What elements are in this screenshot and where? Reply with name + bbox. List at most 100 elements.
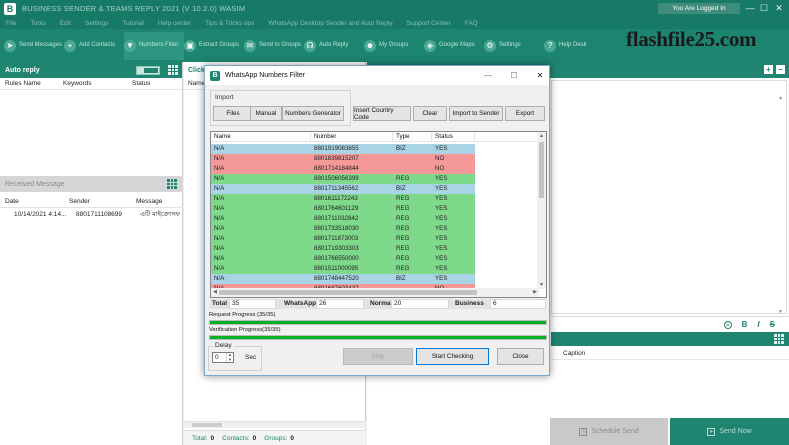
table-row[interactable]: N/A 8801714184844 NO xyxy=(211,164,475,174)
delay-value: 0 xyxy=(215,354,219,361)
column-header[interactable]: Message xyxy=(136,198,181,205)
scroll-right-icon[interactable]: ▶ xyxy=(531,288,539,297)
toolbar-my-groups[interactable]: ☻ My Groups xyxy=(364,32,424,60)
grid-icon[interactable] xyxy=(774,334,784,344)
menu-item[interactable]: Help center xyxy=(158,20,191,27)
table-row[interactable]: N/A 8801839815207 NO xyxy=(211,154,475,164)
import-to-sender-button[interactable]: Import to Sender xyxy=(449,106,503,121)
menu-item[interactable]: Settings xyxy=(85,20,109,27)
manual-button[interactable]: Manual xyxy=(250,106,282,121)
groups-label: Groups: xyxy=(264,434,288,442)
table-row[interactable]: N/A 8801711873003 REG YES xyxy=(211,234,475,244)
column-header[interactable]: Date xyxy=(0,198,69,205)
watermark: flashfile25.com xyxy=(626,27,757,51)
auto-reply-toggle[interactable] xyxy=(136,66,160,75)
column-header[interactable]: Keywords xyxy=(63,80,132,87)
scroll-up-icon[interactable]: ▲ xyxy=(777,95,784,101)
maximize-icon[interactable]: ☐ xyxy=(507,69,521,81)
maximize-icon[interactable]: ☐ xyxy=(758,2,770,14)
column-header[interactable]: Rules Name xyxy=(0,80,63,87)
table-row[interactable]: N/A 8801719303303 REG YES xyxy=(211,244,475,254)
menu-item[interactable]: Tutorial xyxy=(122,20,143,27)
insert-country-code-button[interactable]: Insert Country Code xyxy=(353,106,411,121)
horizontal-scrollbar[interactable]: ◀ ▶ xyxy=(211,288,539,297)
toolbar-extract-groups[interactable]: ▣ Extract Groups xyxy=(184,32,244,60)
table-row[interactable]: N/A 8801711345562 BIZ YES xyxy=(211,184,475,194)
column-header[interactable]: Sender xyxy=(69,198,136,205)
toolbar-auto-reply[interactable]: ☊ Auto Reply xyxy=(304,32,364,60)
grid-icon[interactable] xyxy=(168,65,178,75)
request-progress-fill xyxy=(210,321,546,324)
table-row[interactable]: N/A 8801764601129 REG YES xyxy=(211,204,475,214)
menu-item[interactable]: WhatsApp Desktop Sender and Auto Reply xyxy=(268,20,392,27)
message-textarea[interactable]: ▲ ▼ xyxy=(551,80,787,315)
close-icon[interactable]: ✕ xyxy=(773,2,785,14)
grid-icon[interactable] xyxy=(167,179,177,189)
table-row[interactable]: N/A 8801919083855 BIZ YES xyxy=(211,144,475,154)
menu-item[interactable]: Edit xyxy=(60,20,71,27)
toolbar-settings[interactable]: ⚙ Settings xyxy=(484,32,544,60)
bold-icon[interactable]: B xyxy=(742,320,748,329)
schedule-send-button[interactable]: ◷ Schedule Send xyxy=(550,418,668,445)
column-header[interactable]: Type xyxy=(393,132,432,141)
table-row[interactable]: N/A 8801511000095 REG YES xyxy=(211,264,475,274)
column-header[interactable]: Number xyxy=(311,132,393,141)
auto-reply-title: Auto reply xyxy=(5,66,40,74)
menu-item[interactable]: Tips & Tricks ops xyxy=(205,20,254,27)
dialog-logo: B xyxy=(210,70,220,81)
close-icon[interactable]: ✕ xyxy=(533,69,547,81)
stat-normal: Normal 20 xyxy=(364,299,449,309)
menu-item[interactable]: FAQ xyxy=(465,20,478,27)
column-header[interactable]: Status xyxy=(432,132,475,141)
numbers-generator-button[interactable]: Numbers Generator xyxy=(282,106,344,121)
menu-item[interactable]: File xyxy=(6,20,16,27)
cell-name: N/A xyxy=(211,164,311,174)
column-header[interactable]: Status xyxy=(132,80,177,87)
scroll-up-icon[interactable]: ▲ xyxy=(537,132,546,140)
toolbar-add-contacts[interactable]: + Add Contacts xyxy=(64,32,124,60)
stat-value: 35 xyxy=(229,299,276,309)
column-header[interactable]: Caption xyxy=(563,350,585,357)
minimize-icon[interactable]: — xyxy=(744,2,756,14)
column-header[interactable]: Name xyxy=(211,132,311,141)
strikethrough-icon[interactable]: S xyxy=(770,320,775,329)
scroll-thumb[interactable] xyxy=(539,142,544,198)
start-checking-button[interactable]: Start Checking xyxy=(416,348,489,365)
toolbar-send-messages[interactable]: ➤ Send Messages xyxy=(4,32,64,60)
vertical-scrollbar[interactable]: ▲ ▼ xyxy=(537,132,546,289)
horizontal-scrollbar[interactable] xyxy=(184,421,366,428)
remove-icon[interactable]: − xyxy=(776,65,785,74)
clear-button[interactable]: Clear xyxy=(413,106,447,121)
table-row[interactable]: 10/14/2021 4:14... 8801711108699 এটি মাই… xyxy=(0,208,183,220)
table-row[interactable]: N/A 8801733518030 REG YES xyxy=(211,224,475,234)
table-row[interactable]: N/A 8801748447520 BIZ YES xyxy=(211,274,475,284)
menu-item[interactable]: Support Center xyxy=(407,20,451,27)
toolbar-numbers-filter[interactable]: ▼ Numbers Filter xyxy=(124,31,184,60)
minimize-icon[interactable]: — xyxy=(481,69,495,81)
scroll-thumb[interactable] xyxy=(219,290,477,295)
export-button[interactable]: Export xyxy=(505,106,545,121)
scroll-down-icon[interactable]: ▼ xyxy=(777,309,784,315)
scroll-left-icon[interactable]: ◀ xyxy=(211,288,219,297)
stop-button[interactable]: Stop xyxy=(343,348,413,365)
toolbar-help-desk[interactable]: ? Help Desk xyxy=(544,32,604,60)
send-now-button[interactable]: ➤ Send Now xyxy=(670,418,789,445)
emoji-icon[interactable]: ☺ xyxy=(723,320,732,329)
spinner-arrows-icon[interactable]: ▲ ▼ xyxy=(226,352,233,362)
logged-in-badge[interactable]: You Are Logged In xyxy=(658,3,740,14)
italic-icon[interactable]: I xyxy=(757,320,759,329)
close-button[interactable]: Close xyxy=(497,348,544,365)
delay-spinner[interactable]: 0 ▲ ▼ xyxy=(212,352,234,363)
table-row[interactable]: N/A 8801611172243 REG YES xyxy=(211,194,475,204)
table-row[interactable]: N/A 8801766550000 REG YES xyxy=(211,254,475,264)
add-icon[interactable]: + xyxy=(764,65,773,74)
toolbar-google-maps[interactable]: ◈ Google Maps xyxy=(424,32,484,60)
vertical-scrollbar[interactable]: ▲ ▼ xyxy=(777,95,784,315)
table-row[interactable]: N/A 8801711032842 REG YES xyxy=(211,214,475,224)
cell-name: N/A xyxy=(211,144,311,154)
files-button[interactable]: Files xyxy=(213,106,253,121)
toolbar-send-groups[interactable]: ✉ Send to Groups xyxy=(244,32,304,60)
menu-item[interactable]: Tools xyxy=(30,20,45,27)
verification-progress-fill xyxy=(210,336,546,339)
table-row[interactable]: N/A 8801506056399 REG YES xyxy=(211,174,475,184)
